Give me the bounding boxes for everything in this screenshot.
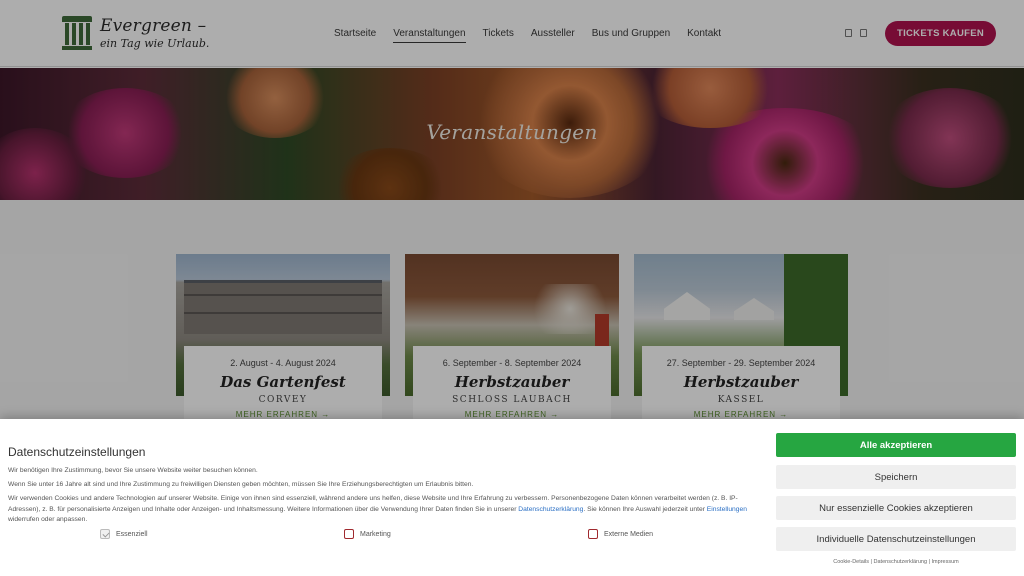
datenschutzerklaerung-link[interactable]: Datenschutzerklärung <box>518 506 583 513</box>
checkbox-essenziell-box <box>100 529 110 539</box>
cookie-text-consent: Wir benötigen Ihre Zustimmung, bevor Sie… <box>8 467 258 474</box>
accept-all-button[interactable]: Alle akzeptieren <box>776 433 1016 457</box>
cookie-text-details: Wir verwenden Cookies und andere Technol… <box>8 495 747 523</box>
imprint-link[interactable]: Impressum <box>932 559 959 565</box>
checkbox-essenziell-label: Essenziell <box>116 530 148 538</box>
cookie-text-age: Wenn Sie unter 16 Jahre alt sind und Ihr… <box>8 481 474 488</box>
checkbox-essenziell: Essenziell <box>100 529 148 539</box>
cookie-details-link[interactable]: Cookie-Details <box>833 559 869 565</box>
cookie-title: Datenschutzeinstellungen <box>8 445 146 459</box>
save-button[interactable]: Speichern <box>776 465 1016 489</box>
checkbox-marketing-label[interactable]: Marketing <box>360 531 391 538</box>
essential-only-button[interactable]: Nur essenzielle Cookies akzeptieren <box>776 496 1016 520</box>
checkbox-externe-medien-box[interactable] <box>588 529 598 539</box>
cookie-consent-banner: Datenschutzeinstellungen Wir benötigen I… <box>0 419 1024 576</box>
checkbox-externe-medien[interactable]: Externe Medien <box>588 529 653 539</box>
checkbox-marketing[interactable]: Marketing <box>344 529 391 539</box>
cookie-footer-links: Cookie-Details | Datenschutzerklärung | … <box>833 559 959 565</box>
einstellungen-link[interactable]: Einstellungen <box>707 506 747 513</box>
individual-settings-button[interactable]: Individuelle Datenschutzeinstellungen <box>776 527 1016 551</box>
checkbox-externe-medien-label[interactable]: Externe Medien <box>604 531 653 538</box>
privacy-policy-link[interactable]: Datenschutzerklärung <box>874 559 928 565</box>
checkbox-marketing-box[interactable] <box>344 529 354 539</box>
